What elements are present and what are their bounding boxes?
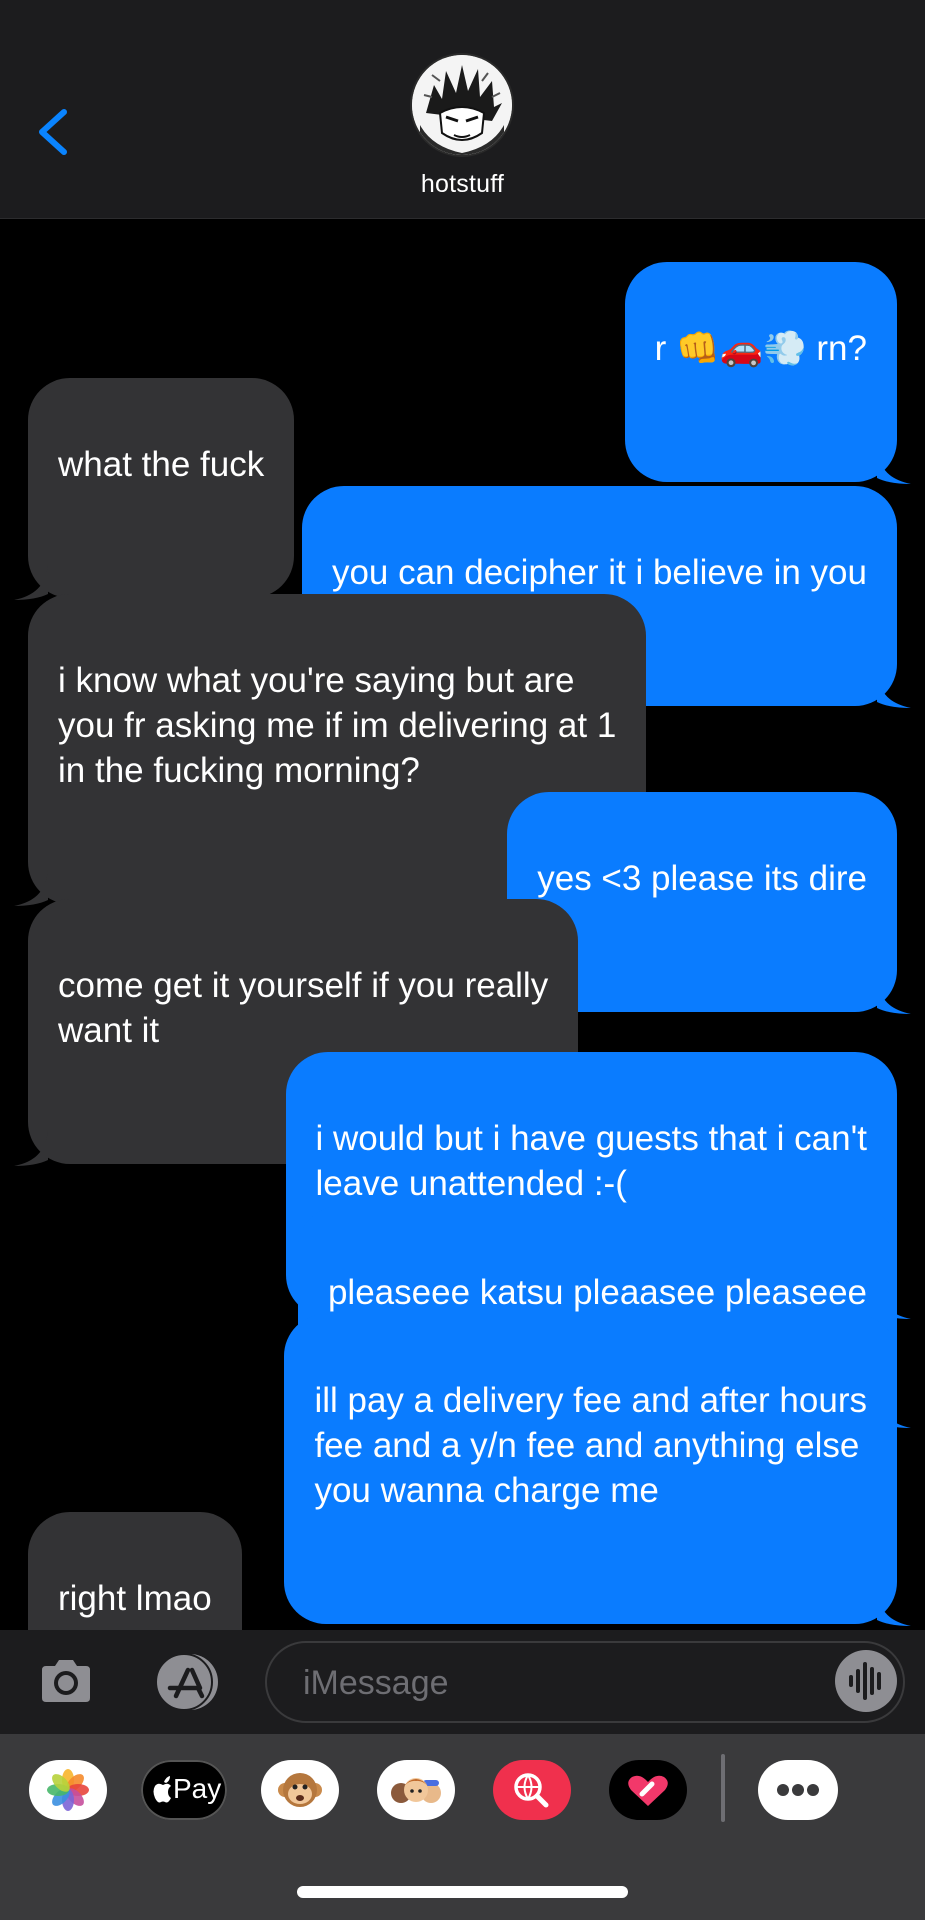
bubble-tail <box>877 448 911 484</box>
camera-icon <box>42 1660 90 1702</box>
message-text: yes <3 please its dire <box>537 859 867 898</box>
photos-app-button[interactable] <box>29 1760 107 1820</box>
apple-pay-button[interactable]: Pay <box>141 1760 227 1820</box>
app-store-button[interactable] <box>148 1652 228 1712</box>
message-text: come get it yourself if you really want … <box>58 966 549 1050</box>
compose-bar <box>0 1630 925 1734</box>
message-text: pleaseee katsu pleaasee pleaseee <box>327 1273 867 1312</box>
photos-icon <box>47 1769 89 1811</box>
contact-name[interactable]: hotstuff <box>0 170 925 199</box>
message-text: what the fuck <box>58 445 265 484</box>
animoji-app-button[interactable] <box>261 1760 339 1820</box>
message-field[interactable] <box>265 1641 905 1723</box>
message-bubble-sent[interactable]: r 👊🚗💨 rn? <box>624 262 911 484</box>
bubble-tail <box>877 978 911 1014</box>
message-text: right lmao <box>58 1579 212 1618</box>
web-search-app-button[interactable] <box>493 1760 571 1820</box>
bubble-tail <box>14 1130 48 1166</box>
contact-avatar[interactable] <box>412 55 512 155</box>
bubble-tail <box>14 564 48 600</box>
drawer-divider <box>721 1754 725 1822</box>
bubble-tail <box>877 672 911 708</box>
more-apps-button[interactable] <box>758 1760 838 1820</box>
message-bubble-received[interactable]: what the fuck <box>14 378 295 600</box>
message-input[interactable] <box>301 1643 785 1723</box>
bubble-tail <box>877 1590 911 1626</box>
conversation-header: hotstuff <box>0 0 925 219</box>
web-search-icon <box>514 1773 549 1808</box>
message-text: r 👊🚗💨 rn? <box>654 329 867 368</box>
message-bubble-sent[interactable]: ill pay a delivery fee and after hours f… <box>284 1314 911 1626</box>
more-icon <box>777 1784 819 1796</box>
camera-button[interactable] <box>36 1652 96 1712</box>
audio-message-button[interactable] <box>835 1650 897 1712</box>
bubble-tail <box>14 870 48 906</box>
back-button[interactable] <box>30 100 80 164</box>
apple-pay-label: Pay <box>173 1773 222 1804</box>
home-indicator[interactable] <box>297 1886 628 1898</box>
digital-touch-icon <box>628 1775 668 1806</box>
animoji-icon <box>278 1773 322 1807</box>
messages-screen: hotstuff r 👊🚗💨 rn? what the fuck you can… <box>0 0 925 1920</box>
chevron-left-icon <box>39 109 67 155</box>
memoji-app-button[interactable] <box>377 1760 455 1820</box>
message-text: ill pay a delivery fee and after hours f… <box>314 1381 867 1510</box>
message-text: i know what you're saying but are you fr… <box>58 661 617 790</box>
memoji-icon <box>391 1778 441 1803</box>
digital-touch-app-button[interactable] <box>609 1760 687 1820</box>
message-text: i would but i have guests that i can't l… <box>315 1119 867 1203</box>
message-text: you can decipher it i believe in you <box>331 553 867 592</box>
waveform-icon <box>849 1662 881 1700</box>
app-drawer: Pay <box>0 1734 925 1920</box>
avatar-image <box>412 55 512 155</box>
app-store-icon <box>155 1653 218 1711</box>
